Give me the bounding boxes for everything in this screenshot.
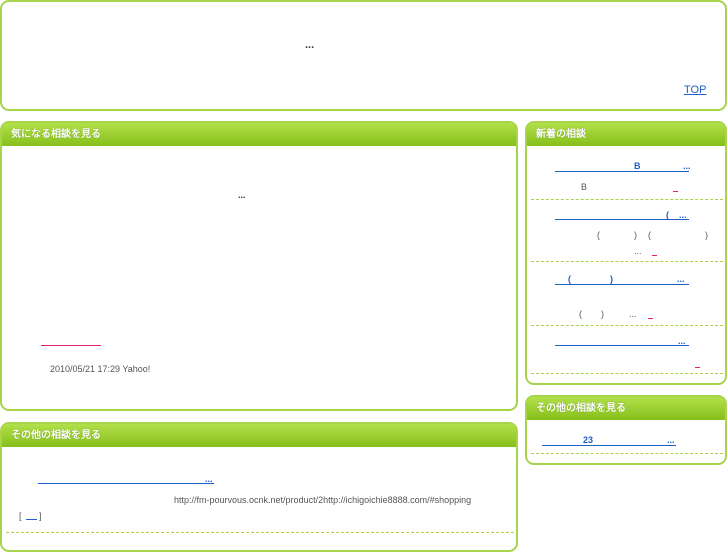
new-consultation-panel: 新着の相談 B ... B ( ... ( ) ( ) ... ( ) ... … (525, 121, 727, 385)
featured-consultation-heading: 気になる相談を見る (2, 123, 516, 146)
new-item-2-pink[interactable] (652, 255, 657, 256)
new-item-2-title-b[interactable]: ... (679, 210, 687, 220)
new-item-2-desc-b: ) (634, 230, 637, 240)
featured-pink-link[interactable] (41, 345, 101, 346)
new-item-2-desc-e: ... (634, 246, 642, 256)
new-item-1-desc: B (581, 182, 588, 192)
new-item-3-pink[interactable] (648, 318, 653, 319)
new-divider-2 (531, 261, 723, 262)
new-divider-3 (531, 325, 723, 326)
other-bracket-left: [ (19, 511, 22, 521)
featured-body-text: ... (238, 190, 246, 200)
new-item-2-desc-a: ( (597, 230, 600, 240)
other-link-text[interactable]: ... (205, 474, 213, 484)
featured-consultation-panel: 気になる相談を見る ... 2010/05/21 17:29 Yahoo! (0, 121, 518, 411)
side-other-link-b[interactable]: ... (667, 435, 675, 445)
new-divider-4 (531, 373, 723, 374)
side-other-link[interactable] (542, 445, 676, 446)
new-item-1-link[interactable] (555, 171, 689, 172)
new-item-1-title-a[interactable]: B (634, 161, 641, 171)
new-item-2-desc-c: ( (648, 230, 651, 240)
new-consultation-heading: 新着の相談 (527, 123, 725, 146)
new-divider-1 (531, 199, 723, 200)
featured-meta: 2010/05/21 17:29 Yahoo! (50, 364, 151, 374)
other-link-underline[interactable] (38, 483, 214, 484)
header-title: ... (305, 39, 315, 51)
other-divider (6, 532, 514, 533)
new-item-1-pink[interactable] (673, 191, 678, 192)
other-bracket-link[interactable] (26, 519, 37, 520)
new-item-3-title-b[interactable]: ) (610, 274, 613, 284)
other-consultation-panel: その他の相談を見る ... http://fm-pourvous.ocnk.ne… (0, 422, 518, 552)
new-item-2-title-a[interactable]: ( (666, 210, 669, 220)
new-item-1-title-b[interactable]: ... (683, 161, 691, 171)
top-link[interactable]: TOP (684, 84, 706, 96)
new-item-4-link[interactable] (555, 345, 689, 346)
new-item-3-desc-c: ... (629, 309, 637, 319)
new-item-3-desc-a: ( (579, 309, 582, 319)
side-other-divider (531, 453, 723, 454)
new-item-4-title-a[interactable]: ... (678, 336, 686, 346)
other-url-text: http://fm-pourvous.ocnk.net/product/2htt… (174, 495, 472, 505)
new-item-3-title-c[interactable]: ... (677, 274, 685, 284)
side-other-consultation-panel: その他の相談を見る 23 ... (525, 395, 727, 465)
new-item-4-pink[interactable] (695, 367, 700, 368)
other-consultation-heading: その他の相談を見る (2, 424, 516, 447)
new-item-3-link[interactable] (555, 284, 689, 285)
side-other-link-a[interactable]: 23 (583, 435, 593, 445)
new-item-3-title-a[interactable]: ( (568, 274, 571, 284)
header-panel: ... TOP (0, 0, 727, 111)
new-item-2-desc-d: ) (705, 230, 708, 240)
side-other-consultation-heading: その他の相談を見る (527, 397, 725, 420)
other-bracket-right: ] (39, 511, 42, 521)
new-item-3-desc-b: ) (601, 309, 604, 319)
